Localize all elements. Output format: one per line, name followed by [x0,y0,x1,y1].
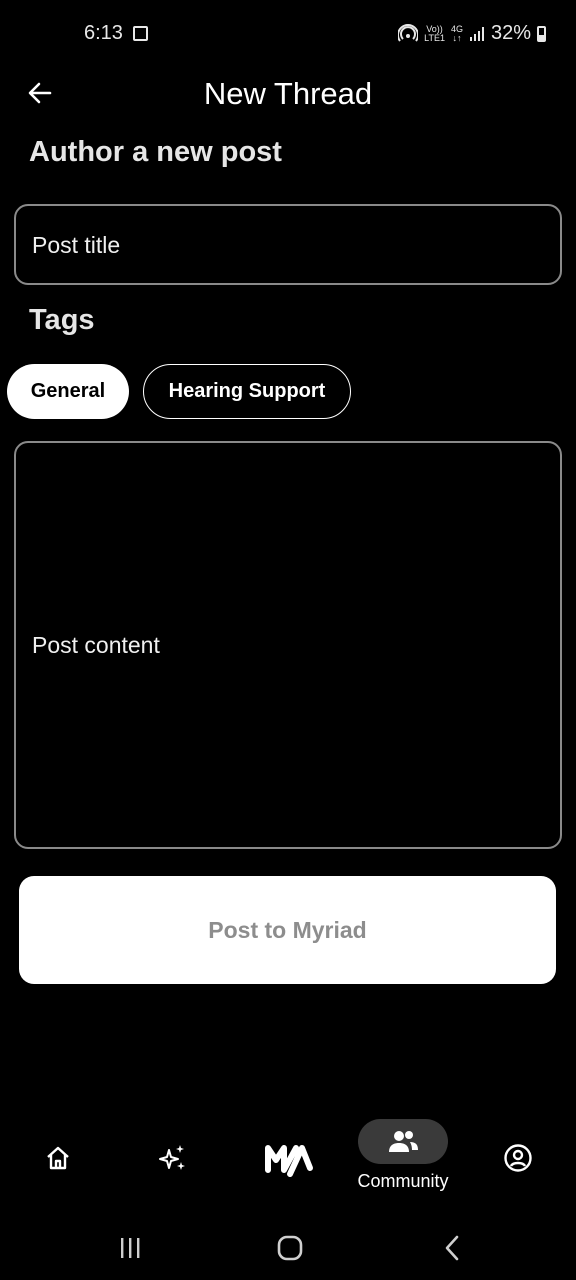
form-heading: Author a new post [29,136,282,168]
status-time: 6:13 [84,22,123,44]
nav-myriad[interactable] [258,1130,318,1186]
battery-icon [537,25,546,42]
hotspot-icon [398,23,419,42]
post-content-placeholder: Post content [32,632,160,658]
tag-chip-general[interactable]: General [7,364,129,419]
system-recents-button[interactable] [110,1228,150,1268]
myriad-logo-icon [265,1145,313,1177]
page-title: New Thread [203,76,373,111]
post-to-myriad-button[interactable]: Post to Myriad [19,876,556,984]
post-title-input[interactable]: Post title [14,204,562,285]
system-home-button[interactable] [270,1228,310,1268]
nav-community[interactable] [358,1119,448,1164]
home-icon [47,1146,69,1170]
battery-percent: 32% [490,22,531,44]
sparkles-icon [159,1145,185,1170]
home-circle-icon [277,1235,303,1261]
back-chevron-icon [445,1235,459,1261]
nav-home[interactable] [28,1130,88,1186]
community-icon [389,1130,418,1152]
post-title-placeholder: Post title [32,232,121,258]
tag-chip-hearing-support[interactable]: Hearing Support [143,364,351,419]
system-back-button[interactable] [432,1228,472,1268]
tags-heading: Tags [29,304,95,336]
nav-discover[interactable] [143,1130,203,1186]
profile-icon [504,1144,532,1172]
recents-icon [121,1238,140,1258]
signal-icon [469,26,484,41]
status-indicators: Vo)) LTE1 4G ↓↑ 32% [398,22,546,45]
nav-community-label: Community [357,1171,449,1191]
gallery-notification-icon [133,26,148,41]
nav-profile[interactable] [488,1130,548,1186]
volte-indicator: Vo)) LTE1 [424,23,445,43]
post-content-input[interactable]: Post content [14,441,562,849]
data-indicator: 4G ↓↑ [450,23,463,43]
